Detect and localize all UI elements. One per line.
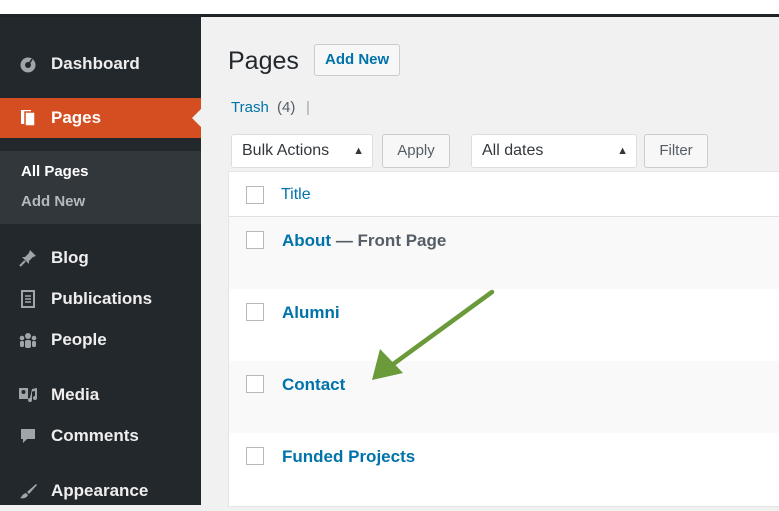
annotation-arrow-icon [372,289,495,380]
